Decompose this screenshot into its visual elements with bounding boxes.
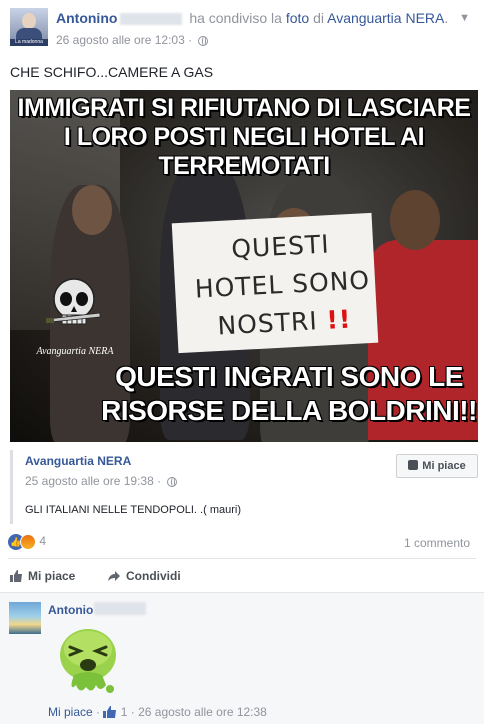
avatar-head <box>22 13 36 29</box>
bottom-caption-line-2: RISORSE DELLA BOLDRINI!! <box>101 395 477 426</box>
post-timestamp[interactable]: 26 agosto alle ore 12:03 <box>56 33 185 47</box>
reactions-count: 4 <box>39 534 47 549</box>
like-page-label: Mi piace <box>422 460 466 472</box>
post-header: Antonino ha condiviso la foto di Avangua… <box>56 10 448 26</box>
post-status-text: CHE SCHIFO...CAMERE A GAS <box>10 64 214 80</box>
shared-page-link[interactable]: Avanguartia NERA <box>25 454 131 468</box>
share-arrow-icon <box>108 571 120 581</box>
top-caption-line-1: IMMIGRATI SI RIFIUTANO DI LASCIARE <box>17 94 471 122</box>
share-button[interactable]: Condividi <box>108 569 181 583</box>
commenter-name-link[interactable]: Antonio <box>48 603 93 617</box>
preposition-text: di <box>313 10 324 26</box>
globe-icon[interactable] <box>198 35 209 46</box>
comment-meta: Mi piace · 1 · 26 agosto alle ore 12:38 <box>48 705 267 719</box>
photo-face-red <box>390 190 440 250</box>
comments-count-link[interactable]: 1 commento <box>404 536 470 550</box>
bottom-caption-line-1: QUESTI INGRATI SONO LE <box>115 361 463 392</box>
author-name-link[interactable]: Antonino <box>56 10 117 26</box>
shared-meta-separator: · <box>157 474 162 488</box>
comment-meta-separator: · <box>130 705 135 719</box>
comment-like-link[interactable]: Mi piace <box>48 705 93 719</box>
shared-post-attachment: Avanguartia NERA 25 agosto alle ore 19:3… <box>10 450 478 524</box>
photo-top-caption: IMMIGRATI SI RIFIUTANO DI LASCIARE I LOR… <box>10 94 478 181</box>
action-text: ha condiviso la <box>189 10 282 26</box>
post-options-chevron-icon[interactable]: ▼ <box>459 12 470 24</box>
comment-meta-separator: · <box>96 705 101 719</box>
photo-face-left <box>72 185 112 235</box>
top-caption-line-2: I LORO POSTI NEGLI HOTEL AI TERREMOTATI <box>63 123 425 180</box>
header-punctuation: . <box>444 10 449 26</box>
angry-reaction-icon <box>20 534 36 550</box>
shared-post-meta: 25 agosto alle ore 19:38 · <box>25 474 178 488</box>
photo-bottom-caption: QUESTI INGRATI SONO LE RISORSE DELLA BOL… <box>100 360 478 428</box>
redacted-commenter-surname <box>94 602 146 615</box>
reactions-summary[interactable]: 👍 4 <box>8 534 46 550</box>
comment-like-count: 1 <box>120 705 128 719</box>
vomit-sticker-icon <box>60 629 116 693</box>
sign-line-3-word: NOSTRI <box>216 306 319 341</box>
shared-post-timestamp[interactable]: 25 agosto alle ore 19:38 <box>25 474 154 488</box>
photo-link[interactable]: foto <box>286 10 309 26</box>
like-button-label: Mi piace <box>28 569 76 583</box>
feed-post: La madonna Antonino ha condiviso la foto… <box>0 0 484 592</box>
page-link[interactable]: Avanguartia NERA <box>327 10 444 26</box>
post-action-bar: Mi piace Condividi <box>8 558 476 592</box>
logo-label: Avanguartia NERA <box>36 346 114 357</box>
comment-timestamp[interactable]: 26 agosto alle ore 12:38 <box>138 705 267 719</box>
author-avatar[interactable]: La madonna <box>10 8 48 46</box>
thumbs-up-icon <box>10 570 22 582</box>
shared-post-text: GLI ITALIANI NELLE TENDOPOLI. .( mauri) <box>25 504 241 516</box>
meta-separator: · <box>188 33 193 47</box>
skull-logo-icon <box>46 278 101 325</box>
post-meta: 26 agosto alle ore 12:03 · <box>56 33 209 47</box>
post-photo[interactable]: QUESTI HOTEL SONO NOSTRI !! IMMIGRATI SI… <box>10 90 478 442</box>
like-page-button[interactable]: Mi piace <box>396 454 478 478</box>
thumbs-up-icon <box>103 706 117 718</box>
like-button[interactable]: Mi piace <box>10 569 75 583</box>
protest-sign-text: QUESTI HOTEL SONO NOSTRI !! <box>187 223 378 347</box>
comments-section: Antonio Mi piace · 1 · 26 agosto alle or… <box>0 592 484 724</box>
sign-exclaim: !! <box>325 304 353 335</box>
thumbs-up-icon <box>408 460 419 470</box>
redacted-surname <box>120 13 183 26</box>
commenter-avatar[interactable] <box>9 602 41 634</box>
avatar-tag: La madonna <box>10 39 48 46</box>
share-button-label: Condividi <box>126 569 181 583</box>
globe-icon[interactable] <box>167 476 178 487</box>
